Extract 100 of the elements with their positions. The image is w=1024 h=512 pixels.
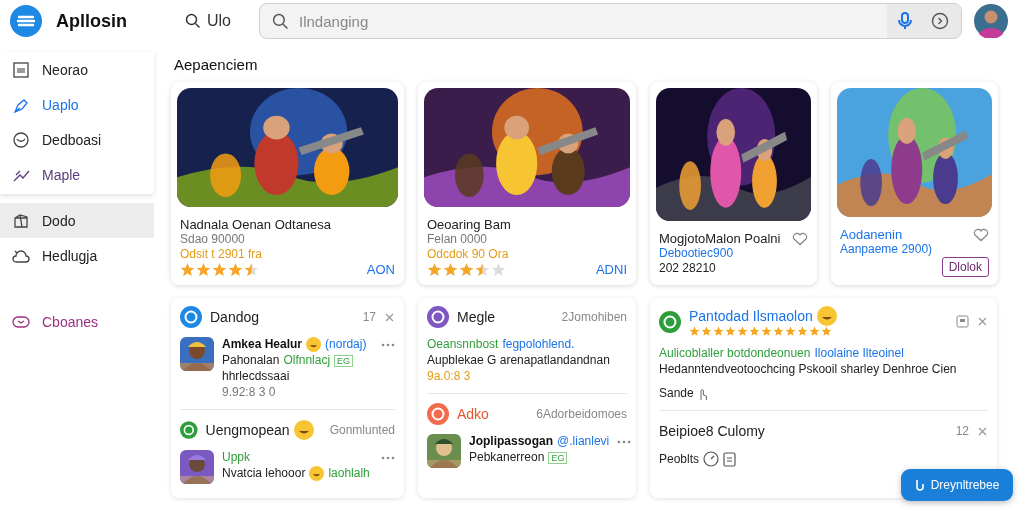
app-detail: Aanpaeme 2900) <box>840 242 934 257</box>
panel-title: Pantodad Ilsmaolon <box>689 308 813 324</box>
sidebar-item[interactable]: Maple <box>0 157 154 192</box>
close-icon[interactable] <box>977 425 988 437</box>
sidebar-item[interactable]: Dodo <box>0 203 154 238</box>
post-text: Aupblekae G arenapatlandandnan <box>427 353 610 368</box>
search-input[interactable]: Ilndanging <box>297 11 887 31</box>
star-icon <box>459 262 474 277</box>
post-text: Nvatcia lehooor <box>222 466 306 481</box>
post-text: laohlalh <box>328 466 370 481</box>
app-card[interactable]: Nadnala Oenan Odtanesa Sdao 90000 Odsit t 2901 fra AON <box>171 82 404 285</box>
panel-meta: 17 <box>362 310 376 324</box>
post-text: Uppk <box>222 450 250 465</box>
star-icon <box>180 262 195 277</box>
smiley-icon <box>309 466 325 481</box>
star-icon <box>491 262 506 277</box>
app-card[interactable]: Aodanenin Aanpaeme 2900) Dlolok <box>831 82 998 285</box>
microphone-icon[interactable] <box>897 12 913 30</box>
app-title: MogjotoMalon Poalni <box>659 231 781 246</box>
post-text: (nordaj) <box>325 337 367 352</box>
play-circle-icon[interactable] <box>931 12 949 30</box>
hand-icon <box>697 386 708 401</box>
app-title: Nadnala Oenan Odtanesa <box>180 217 332 232</box>
tag: EG <box>548 451 568 464</box>
document-icon[interactable] <box>723 451 737 467</box>
post-text: Aulicoblaller botdondeonuen <box>659 346 811 361</box>
close-icon[interactable] <box>384 311 395 323</box>
app-detail: Sdao 90000 <box>180 232 246 247</box>
sidebar-item[interactable]: Cboanes <box>0 304 154 339</box>
sidebar-item[interactable]: Uaplo <box>0 87 154 122</box>
panel-title: Dandog <box>210 309 260 325</box>
quick-search-button[interactable]: Ulo <box>179 8 237 34</box>
app-detail: 202 28210 <box>659 261 717 276</box>
tag: EG <box>334 354 354 367</box>
post-text: Amkea Healur <box>222 337 303 352</box>
more-icon[interactable] <box>381 343 395 347</box>
section-title: Aepaenciem <box>174 56 259 73</box>
smiley-icon <box>293 420 314 440</box>
box-icon <box>12 211 30 230</box>
app-detail: Debootiec900 <box>659 246 735 261</box>
post-text: Oeansnnbost <box>427 337 499 352</box>
panel-meta: 2Jomohiben <box>561 310 627 324</box>
star-icon <box>196 262 211 277</box>
smiley-icon <box>306 337 322 352</box>
star-icon <box>212 262 227 277</box>
more-icon[interactable] <box>617 440 632 444</box>
clock-icon[interactable] <box>703 451 720 467</box>
star-icon <box>228 262 243 277</box>
heart-icon[interactable] <box>792 231 808 246</box>
app-title: Aodanenin <box>840 227 903 242</box>
app-card[interactable]: MogjotoMalon Poalni Debootiec900 202 28210 <box>650 82 817 285</box>
floating-action-button[interactable]: Dreynltrebee <box>901 469 1013 501</box>
star-icon <box>443 262 458 277</box>
more-icon[interactable] <box>381 456 395 460</box>
post-text: fegpolohlend. <box>502 337 575 352</box>
avatar-icon[interactable] <box>974 4 1008 38</box>
square-icon[interactable] <box>956 315 969 328</box>
app-detail: Odsit t 2901 fra <box>180 247 264 262</box>
panel-meta: 12 <box>955 424 969 438</box>
install-link[interactable]: AON <box>366 262 395 277</box>
post-text: 9a.0:8 3 <box>427 369 471 384</box>
panel-title: Uengmopean <box>205 422 290 438</box>
panel-title: Megle <box>457 309 496 325</box>
hook-icon <box>914 478 925 492</box>
install-link[interactable]: ADNI <box>595 262 627 277</box>
app-title: Oeoaring Bam <box>427 217 511 232</box>
post-text: hhrlecdssaai <box>222 369 290 384</box>
post-text: Hedanntendveotoochcing Pskooil sharley Denhroe Cien <box>659 362 957 377</box>
app-detail: Odcdok 90 Ora <box>427 247 510 262</box>
heart-icon[interactable] <box>973 227 989 242</box>
search-icon <box>185 13 201 29</box>
post-text: Peoblts <box>659 451 700 467</box>
star-icon <box>427 262 442 277</box>
sidebar-item[interactable]: Dedboasi <box>0 122 154 157</box>
post-text: Olfnnlacj <box>283 353 331 368</box>
panel-meta: 6Adorbeidomoes <box>536 407 627 421</box>
close-icon[interactable] <box>977 316 988 327</box>
install-button[interactable]: Dlolok <box>941 257 989 277</box>
post-text: Sande <box>659 386 694 401</box>
app-card[interactable]: Oeoaring Bam Felan 0000 Odcdok 90 Ora ADNI <box>418 82 636 285</box>
post-text: Joplipassogan <box>469 434 554 449</box>
smiley-icon <box>816 306 837 326</box>
image-icon <box>12 60 30 79</box>
smile-circle-icon <box>12 130 30 149</box>
panel-title: Beipioe8 Culomy <box>659 423 765 439</box>
star-icon <box>475 262 490 277</box>
search-field[interactable]: Ilndanging <box>259 3 962 39</box>
sidebar-item[interactable]: Neorao <box>0 52 154 87</box>
panel-meta: Gonmlunted <box>329 423 395 437</box>
logo-icon <box>10 5 42 37</box>
star-icon <box>244 262 259 277</box>
post-text: Iloolaine Ilteoinel <box>814 346 904 361</box>
post-text: Pahonalan <box>222 353 280 368</box>
sidebar-item[interactable]: Hedlugja <box>0 238 154 273</box>
app-detail: Felan 0000 <box>427 232 489 247</box>
post-text: Pebkanerreon <box>469 450 545 465</box>
post-text: 9.92:8 3 0 <box>222 385 276 400</box>
search-icon <box>272 12 289 30</box>
panel-title: Adko <box>457 406 489 422</box>
post-text: @.lianlevi <box>557 434 610 449</box>
